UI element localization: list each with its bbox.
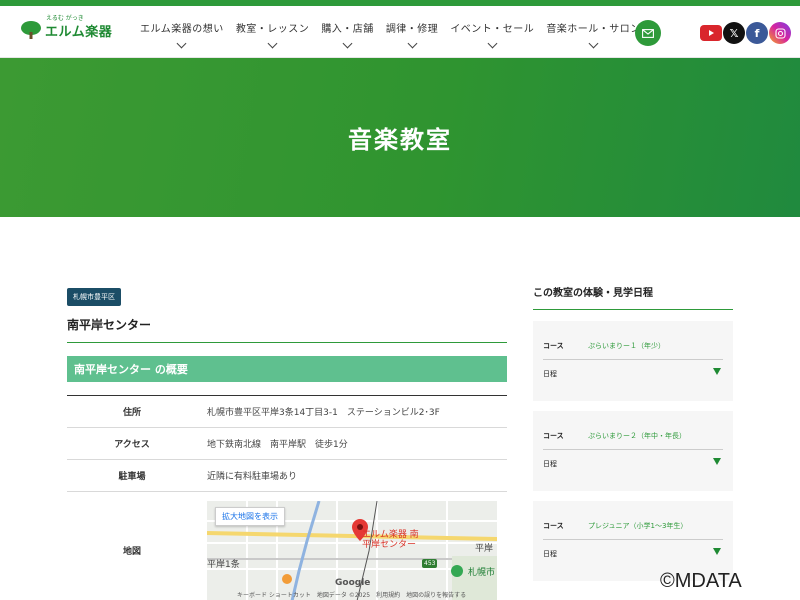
x-button[interactable]: 𝕏	[723, 22, 745, 44]
chevron-down-icon	[342, 38, 353, 49]
schedule-card: コース ぷらいまりー２（年中・年長） 日程	[533, 411, 733, 491]
nav-item-shops[interactable]: 購入・店舗	[321, 20, 374, 49]
center-overview: 札幌市豊平区 南平岸センター 南平岸センター の概要 住所 札幌市豊平区平岸3条…	[67, 284, 507, 600]
nav-label: 購入・店舗	[321, 24, 374, 35]
row-value-map: 拡大地図を表示 エルム楽器 南平岸センター 平岸1条 平岸 札幌市 453 Go…	[197, 491, 507, 600]
nav-item-tuning[interactable]: 調律・修理	[385, 20, 439, 49]
facebook-button[interactable]: f	[746, 22, 768, 44]
row-label-map: 地図	[67, 491, 197, 600]
center-title: 南平岸センター	[67, 316, 507, 343]
watermark: ©MDATA	[660, 570, 742, 592]
sidebar-title: この教室の体験・見学日程	[533, 284, 733, 310]
embedded-map[interactable]: 拡大地図を表示 エルム楽器 南平岸センター 平岸1条 平岸 札幌市 453 Go…	[207, 500, 497, 600]
course-label: コース	[543, 522, 564, 530]
chevron-down-icon	[267, 38, 278, 49]
contact-mail-button[interactable]	[635, 20, 661, 46]
instagram-button[interactable]	[769, 22, 791, 44]
info-table: 住所 札幌市豊平区平岸3条14丁目3-1 ステーションビル2･3F アクセス 地…	[67, 395, 507, 600]
youtube-icon	[709, 30, 714, 36]
course-name: プレジュニア（小学1〜3年生）	[588, 522, 688, 530]
chevron-down-icon	[487, 38, 498, 49]
date-label: 日程	[543, 370, 557, 378]
chevron-down-icon	[176, 38, 187, 49]
map-expand-link[interactable]: 拡大地図を表示	[215, 506, 285, 526]
table-row: 地図 拡大地図を表示 エルム楽器 南平岸センター 平岸1条 平岸 札幌市 453…	[67, 491, 507, 600]
row-value-address: 札幌市豊平区平岸3条14丁目3-1 ステーションビル2･3F	[197, 395, 507, 428]
nav-label: 教室・レッスン	[235, 24, 310, 35]
divider	[543, 449, 723, 450]
facebook-icon: f	[754, 26, 760, 40]
table-row: 住所 札幌市豊平区平岸3条14丁目3-1 ステーションビル2･3F	[67, 395, 507, 428]
course-label: コース	[543, 432, 564, 440]
course-name: ぷらいまりー１（年少）	[588, 342, 665, 350]
chevron-down-icon	[407, 38, 418, 49]
table-row: アクセス 地下鉄南北線 南平岸駅 徒歩1分	[67, 427, 507, 460]
map-area-label: 平岸1条	[207, 559, 240, 570]
page-title: 音楽教室	[348, 126, 452, 154]
nav-label: 音楽ホール・サロン	[546, 24, 641, 35]
nav-label: エルム楽器の想い	[140, 24, 224, 35]
nav-item-events[interactable]: イベント・セール	[450, 20, 535, 49]
youtube-button[interactable]	[700, 25, 722, 41]
site-logo[interactable]: エルム楽器 えるむ がっき	[20, 15, 113, 40]
hero-banner: 音楽教室	[0, 58, 800, 217]
dropdown-triangle-icon[interactable]	[713, 458, 721, 465]
chevron-down-icon	[588, 38, 599, 49]
course-name: ぷらいまりー２（年中・年長）	[588, 432, 686, 440]
section-heading: 南平岸センター の概要	[67, 356, 507, 382]
nav-label: 調律・修理	[385, 24, 439, 35]
x-icon: 𝕏	[729, 26, 739, 40]
table-row: 駐車場 近隣に有料駐車場あり	[67, 459, 507, 492]
nav-item-philosophy[interactable]: エルム楽器の想い	[140, 20, 224, 49]
schedule-card: コース プレジュニア（小学1〜3年生） 日程	[533, 501, 733, 581]
site-header: エルム楽器 えるむ がっき エルム楽器の想い 教室・レッスン 購入・店舗 調律・…	[0, 6, 800, 58]
row-value-access: 地下鉄南北線 南平岸駅 徒歩1分	[197, 427, 507, 460]
schedule-card: コース ぷらいまりー１（年少） 日程	[533, 321, 733, 401]
map-footer[interactable]: キーボード ショートカット 地図データ ©2025 利用規約 地図の誤りを報告す…	[237, 590, 466, 599]
course-label: コース	[543, 342, 564, 350]
tree-logo-icon	[21, 21, 41, 39]
nav-item-hall[interactable]: 音楽ホール・サロン	[546, 20, 641, 49]
map-area-label: 平岸	[475, 543, 494, 554]
google-logo: Google	[335, 577, 371, 588]
map-poi-label: 札幌市	[468, 567, 496, 578]
date-label: 日程	[543, 550, 557, 558]
mail-icon	[642, 28, 654, 38]
row-label-access: アクセス	[67, 427, 197, 460]
map-pin-label: エルム楽器 南平岸センター	[362, 529, 419, 550]
row-label-address: 住所	[67, 395, 197, 428]
row-label-parking: 駐車場	[67, 459, 197, 492]
map-route-shield: 453	[422, 558, 438, 568]
divider	[543, 359, 723, 360]
trial-schedule-sidebar: この教室の体験・見学日程 コース ぷらいまりー１（年少） 日程 コース ぷらいま…	[533, 284, 733, 581]
area-badge[interactable]: 札幌市豊平区	[67, 288, 121, 306]
main-nav: エルム楽器の想い 教室・レッスン 購入・店舗 調律・修理 イベント・セール 音楽…	[140, 20, 653, 49]
logo-subtext: えるむ がっき	[46, 15, 84, 22]
instagram-icon	[774, 27, 786, 39]
logo-text: エルム楽器	[45, 24, 113, 40]
dropdown-triangle-icon[interactable]	[713, 368, 721, 375]
divider	[543, 539, 723, 540]
nav-label: イベント・セール	[450, 24, 535, 35]
row-value-parking: 近隣に有料駐車場あり	[197, 459, 507, 492]
dropdown-triangle-icon[interactable]	[713, 548, 721, 555]
date-label: 日程	[543, 460, 557, 468]
nav-item-lessons[interactable]: 教室・レッスン	[235, 20, 310, 49]
